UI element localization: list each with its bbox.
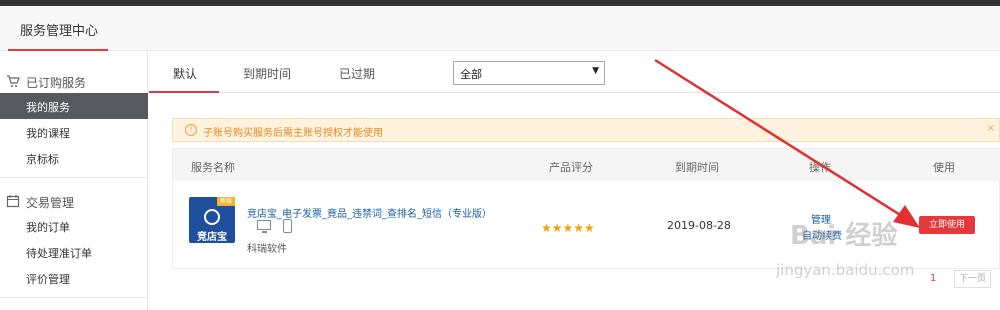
chart-icon bbox=[204, 209, 220, 225]
services-table: 服务名称 产品评分 到期时间 操作 使用 新版 竞店宝 竞店宝_电子发票_竟品_… bbox=[172, 148, 1000, 269]
column-header-actions: 操作 bbox=[809, 161, 831, 174]
sidebar-divider bbox=[0, 177, 148, 178]
tab-expire-time[interactable]: 到期时间 bbox=[243, 65, 291, 82]
sidebar-item-my-orders[interactable]: 我的订单 bbox=[0, 213, 148, 239]
sidebar-item-label: 待处理准订单 bbox=[26, 247, 92, 260]
tab-default[interactable]: 默认 bbox=[173, 65, 197, 82]
filter-select[interactable]: 全部 ▼ bbox=[453, 61, 605, 85]
vendor-name: 科瑞软件 bbox=[247, 244, 287, 255]
page-title: 服务管理中心 bbox=[20, 24, 99, 39]
product-name-link[interactable]: 竞店宝_电子发票_竟品_违禁词_查排名_短信（专业版） bbox=[247, 205, 492, 220]
header: 服务管理中心 bbox=[0, 6, 1000, 51]
sidebar-item-jingbiaobiao[interactable]: 京标标 bbox=[0, 145, 148, 171]
sidebar-group-label: 交易管理 bbox=[26, 196, 75, 210]
auto-renew-link[interactable]: 自动续费 bbox=[802, 227, 842, 242]
table-row: 新版 竞店宝 竞店宝_电子发票_竟品_违禁词_查排名_短信（专业版） 科瑞软件 … bbox=[173, 181, 1000, 269]
tab-expired[interactable]: 已过期 bbox=[339, 65, 375, 82]
product-logo[interactable]: 新版 竞店宝 bbox=[189, 197, 235, 243]
monitor-icon bbox=[257, 220, 271, 230]
manage-link[interactable]: 管理 bbox=[811, 211, 831, 226]
pager-current[interactable]: 1 bbox=[930, 273, 936, 284]
column-header-expire: 到期时间 bbox=[675, 161, 719, 174]
sidebar-group-purchased: 已订购服务 bbox=[0, 69, 148, 93]
device-icons bbox=[257, 219, 297, 235]
column-header-use: 使用 bbox=[933, 161, 955, 174]
column-header-rating: 产品评分 bbox=[549, 161, 593, 174]
warning-icon: ! bbox=[185, 124, 197, 136]
notice-text: 子账号购买服务后需主账号授权才能使用 bbox=[203, 128, 383, 139]
close-icon[interactable]: × bbox=[987, 123, 995, 134]
notice-banner: ! 子账号购买服务后需主账号授权才能使用 × bbox=[172, 118, 1000, 142]
chevron-down-icon: ▼ bbox=[592, 66, 599, 76]
sidebar: 已订购服务 我的服务 我的课程 京标标 交易管理 我的订单 待处理准订单 评价管… bbox=[0, 51, 148, 310]
sidebar-item-label: 我的订单 bbox=[26, 221, 70, 234]
sidebar-item-pending-orders[interactable]: 待处理准订单 bbox=[0, 239, 148, 265]
monitor-stand bbox=[262, 231, 267, 233]
rating-stars: ★★★★★ bbox=[541, 221, 595, 235]
sidebar-group-label: 已订购服务 bbox=[26, 76, 87, 90]
expire-date: 2019-08-28 bbox=[667, 219, 731, 232]
column-header-name: 服务名称 bbox=[191, 161, 235, 174]
tab-bar: 默认 到期时间 已过期 全部 ▼ bbox=[149, 51, 1000, 93]
sidebar-item-label: 京标标 bbox=[26, 153, 59, 166]
table-header: 服务名称 产品评分 到期时间 操作 使用 bbox=[173, 149, 1000, 181]
tab-active-underline bbox=[149, 91, 219, 93]
sidebar-group-trade: 交易管理 bbox=[0, 189, 148, 213]
calendar-icon bbox=[6, 194, 20, 208]
logo-text: 竞店宝 bbox=[197, 232, 227, 243]
use-now-button[interactable]: 立即使用 bbox=[919, 216, 975, 234]
filter-select-value: 全部 bbox=[460, 68, 482, 81]
sidebar-divider bbox=[0, 297, 148, 298]
phone-icon bbox=[283, 219, 292, 233]
sidebar-item-reviews[interactable]: 评价管理 bbox=[0, 265, 148, 291]
sidebar-item-my-courses[interactable]: 我的课程 bbox=[0, 119, 148, 145]
sidebar-item-my-services[interactable]: 我的服务 bbox=[0, 93, 148, 119]
logo-badge: 新版 bbox=[217, 197, 235, 206]
sidebar-item-label: 我的课程 bbox=[26, 127, 70, 140]
pager-next-button[interactable]: 下一页 bbox=[954, 270, 992, 288]
sidebar-item-label: 评价管理 bbox=[26, 273, 70, 286]
sidebar-item-label: 我的服务 bbox=[26, 101, 70, 114]
cart-icon bbox=[6, 74, 20, 88]
